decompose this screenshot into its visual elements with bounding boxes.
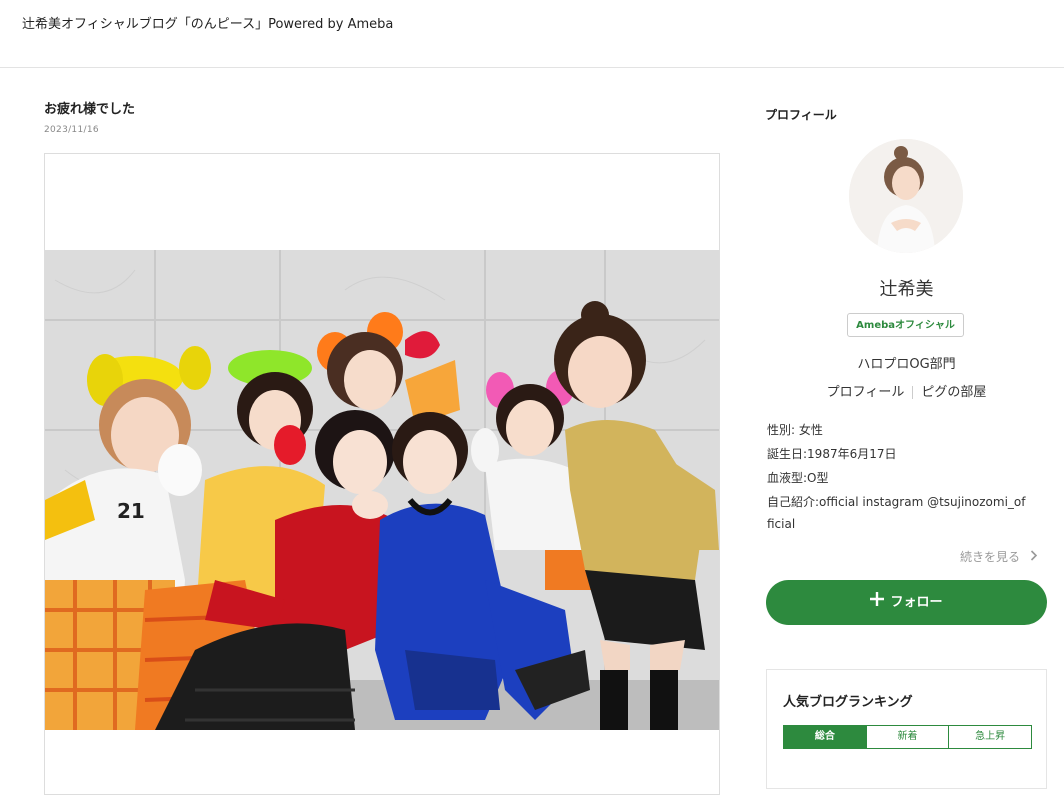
link-separator: [912, 386, 914, 399]
jersey-number: 21: [117, 499, 145, 523]
follow-label: フォロー: [890, 595, 943, 610]
profile-link[interactable]: プロフィール: [827, 385, 905, 400]
follow-button[interactable]: フォロー: [766, 580, 1047, 625]
profile-name[interactable]: 辻希美: [766, 275, 1047, 301]
plus-icon: [870, 580, 885, 625]
read-more-label: 続きを見る: [960, 550, 1021, 564]
blog-title[interactable]: 辻希美オフィシャルブログ「のんピース」Powered by Ameba: [22, 13, 393, 32]
site-header: 辻希美オフィシャルブログ「のんピース」Powered by Ameba: [0, 0, 1064, 68]
chevron-right-icon: [1030, 550, 1038, 564]
profile-birthday: 誕生日:1987年6月17日: [767, 447, 897, 461]
profile-links: プロフィール ピグの部屋: [766, 381, 1047, 400]
profile-blood-type: 血液型:O型: [767, 471, 829, 485]
official-badge: Amebaオフィシャル: [847, 313, 964, 337]
read-more-link[interactable]: 続きを見る: [960, 548, 1038, 565]
article-title[interactable]: お疲れ様でした: [44, 98, 135, 117]
profile-avatar[interactable]: [849, 139, 963, 253]
profile-intro-cont: ficial: [767, 517, 796, 531]
tab-rising[interactable]: 急上昇: [948, 726, 1031, 748]
tab-new[interactable]: 新着: [865, 726, 949, 748]
profile-gender: 性別: 女性: [767, 423, 823, 437]
ranking-box: 人気ブログランキング 総合 新着 急上昇: [766, 669, 1047, 789]
ranking-title: 人気ブログランキング: [783, 695, 913, 710]
article-photo[interactable]: 21: [45, 250, 719, 730]
tab-overall[interactable]: 総合: [784, 726, 866, 748]
profile-heading: プロフィール: [765, 108, 837, 122]
pigg-room-link[interactable]: ピグの部屋: [921, 385, 986, 400]
article-date: 2023/11/16: [44, 125, 99, 135]
article-image-frame: 21: [44, 153, 720, 795]
ranking-tabs: 総合 新着 急上昇: [783, 725, 1032, 749]
profile-group[interactable]: ハロプロOG部門: [766, 353, 1047, 372]
profile-intro: 自己紹介:official instagram @tsujinozomi_of: [767, 495, 1026, 509]
